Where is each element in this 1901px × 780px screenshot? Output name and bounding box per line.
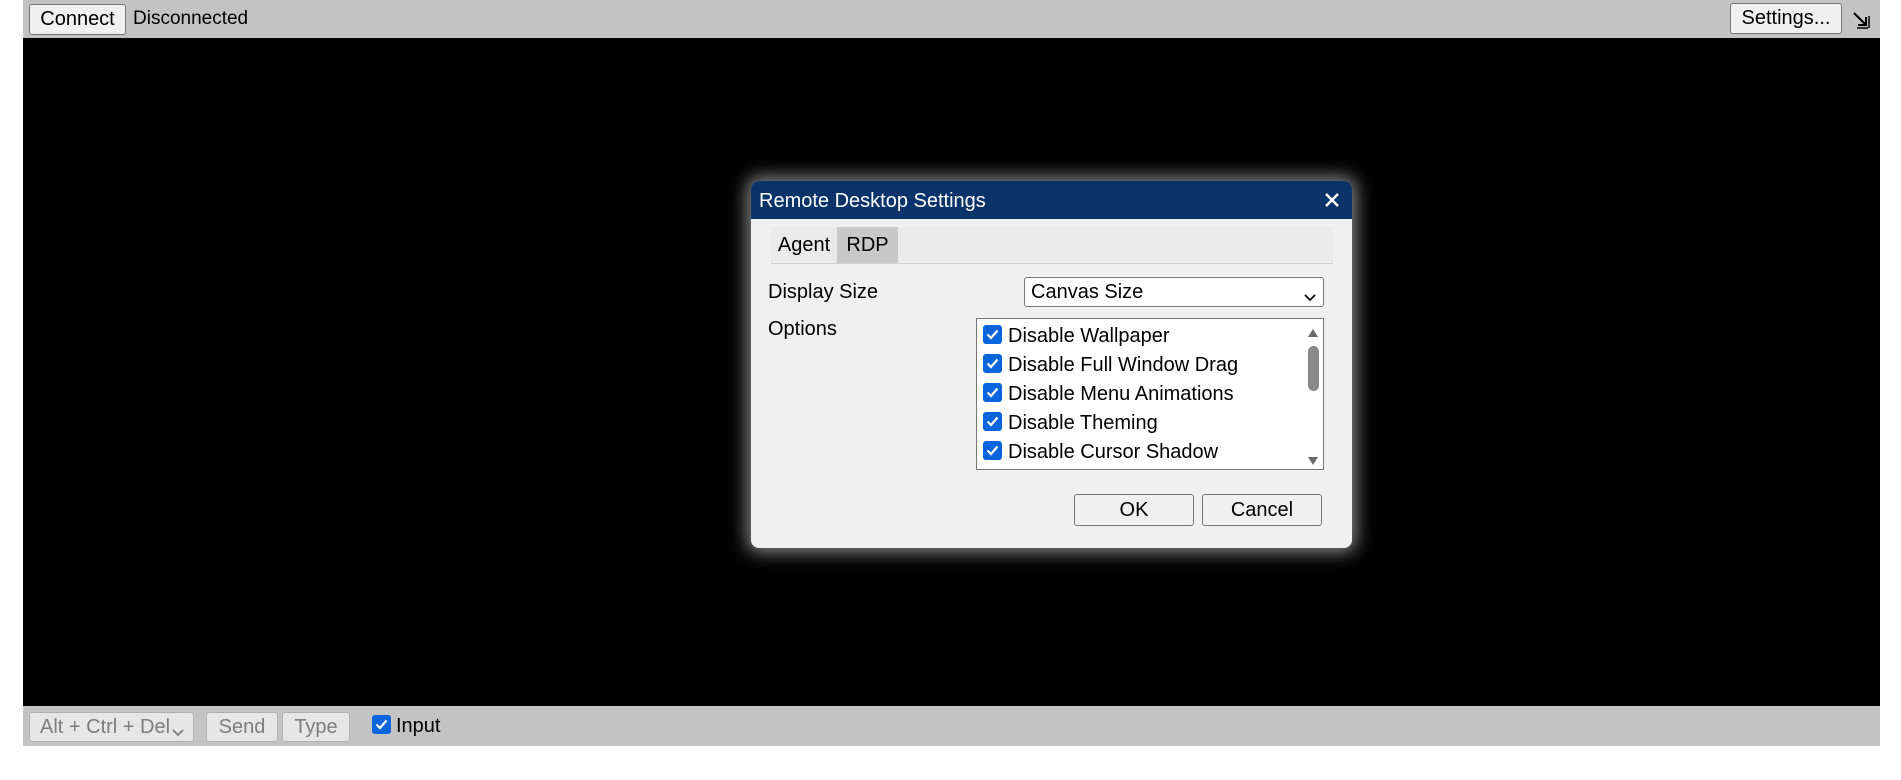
connect-button[interactable]: Connect <box>29 4 126 35</box>
checkbox[interactable] <box>983 325 1002 344</box>
scrollbar-thumb[interactable] <box>1308 346 1319 391</box>
tab-rdp[interactable]: RDP <box>837 227 898 263</box>
option-label: Disable Full Window Drag <box>1008 354 1239 376</box>
display-size-label: Display Size <box>768 281 879 303</box>
option-disable-cursor-shadow[interactable]: Disable Cursor Shadow <box>977 437 1307 466</box>
option-disable-menu-animations[interactable]: Disable Menu Animations <box>977 379 1307 408</box>
tab-agent[interactable]: Agent <box>771 227 837 263</box>
input-checkbox[interactable] <box>372 715 391 734</box>
chevron-down-icon <box>1303 287 1317 302</box>
dialog-title: Remote Desktop Settings <box>759 190 986 212</box>
checkbox[interactable] <box>983 412 1002 431</box>
option-label: Disable Menu Animations <box>1008 383 1234 405</box>
ok-button[interactable]: OK <box>1074 494 1194 526</box>
connection-status: Disconnected <box>133 8 249 29</box>
display-size-select[interactable]: Canvas Size <box>1024 277 1324 307</box>
option-disable-theming[interactable]: Disable Theming <box>977 408 1307 437</box>
type-button[interactable]: Type <box>282 712 350 742</box>
key-combo-value: Alt + Ctrl + Del <box>40 715 171 738</box>
dialog-title-bar: Remote Desktop Settings <box>751 181 1352 219</box>
cancel-button[interactable]: Cancel <box>1202 494 1322 526</box>
checkbox[interactable] <box>983 383 1002 402</box>
display-size-value: Canvas Size <box>1031 280 1144 303</box>
settings-button[interactable]: Settings... <box>1730 3 1842 34</box>
option-disable-full-window-drag[interactable]: Disable Full Window Drag <box>977 350 1307 379</box>
top-toolbar: Connect Disconnected Settings... <box>23 0 1880 38</box>
options-label: Options <box>768 318 837 340</box>
checkbox[interactable] <box>983 441 1002 460</box>
settings-dialog: Remote Desktop Settings Agent RDP Displa… <box>751 181 1352 548</box>
scroll-up-arrow-icon[interactable] <box>1307 325 1319 337</box>
option-disable-wallpaper[interactable]: Disable Wallpaper <box>977 321 1307 350</box>
resize-arrow-icon[interactable] <box>1849 8 1873 32</box>
options-list[interactable]: Disable Wallpaper Disable Full Window Dr… <box>976 318 1324 470</box>
bottom-toolbar: Alt + Ctrl + Del Send Type Input <box>23 706 1880 746</box>
option-label: Disable Wallpaper <box>1008 325 1170 347</box>
option-label: Disable Theming <box>1008 412 1158 434</box>
scroll-down-arrow-icon[interactable] <box>1307 453 1319 465</box>
close-icon[interactable] <box>1323 191 1341 209</box>
send-button[interactable]: Send <box>206 712 278 742</box>
checkbox[interactable] <box>983 354 1002 373</box>
dialog-tabs: Agent RDP <box>771 227 1333 264</box>
input-label: Input <box>396 715 441 737</box>
option-label: Disable Cursor Shadow <box>1008 441 1219 463</box>
key-combo-select[interactable]: Alt + Ctrl + Del <box>29 712 194 742</box>
chevron-down-icon <box>171 722 185 737</box>
